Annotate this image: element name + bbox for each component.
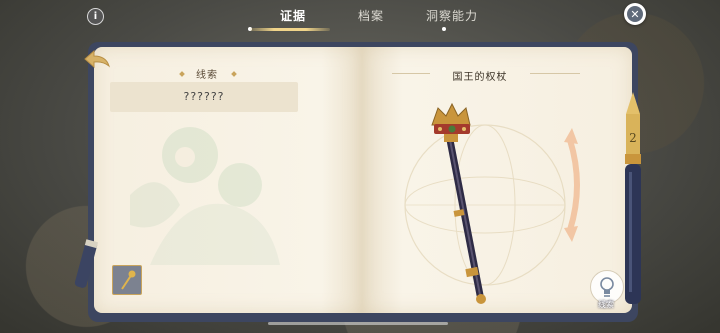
tab-dot-right [442, 27, 446, 31]
tab-archive[interactable]: 档案 [358, 7, 384, 24]
back-arrow-icon[interactable] [82, 48, 112, 70]
svg-text:2: 2 [629, 131, 637, 145]
hint-button-label: 线索 [598, 300, 614, 309]
lightbulb-icon [600, 277, 614, 297]
scepter-thumbnail-icon [121, 270, 136, 290]
tab-evidence[interactable]: 证据 [280, 7, 306, 24]
fountain-pen-decoration: 2 [625, 92, 641, 304]
character-watermark [130, 127, 280, 265]
close-icon: ✕ [627, 6, 643, 22]
tab-insight[interactable]: 洞察能力 [426, 7, 478, 24]
evidence-thumbnail[interactable] [112, 265, 142, 295]
scepter-item[interactable] [420, 100, 510, 310]
info-icon[interactable]: i [87, 8, 104, 25]
scroll-decoration [74, 239, 99, 288]
clue-section-title: 线索 [196, 70, 218, 81]
clue-text: ?????? [183, 90, 225, 103]
title-line-right [530, 73, 580, 74]
close-button[interactable]: ✕ [624, 3, 646, 25]
active-tab-underline [250, 28, 330, 31]
item-name: 国王的权杖 [452, 72, 508, 83]
page-scroll-indicator[interactable] [268, 322, 448, 325]
title-line-left [392, 73, 430, 74]
tab-bar: 证据 档案 洞察能力 [248, 4, 510, 31]
rotate-arrows-icon [564, 128, 580, 242]
